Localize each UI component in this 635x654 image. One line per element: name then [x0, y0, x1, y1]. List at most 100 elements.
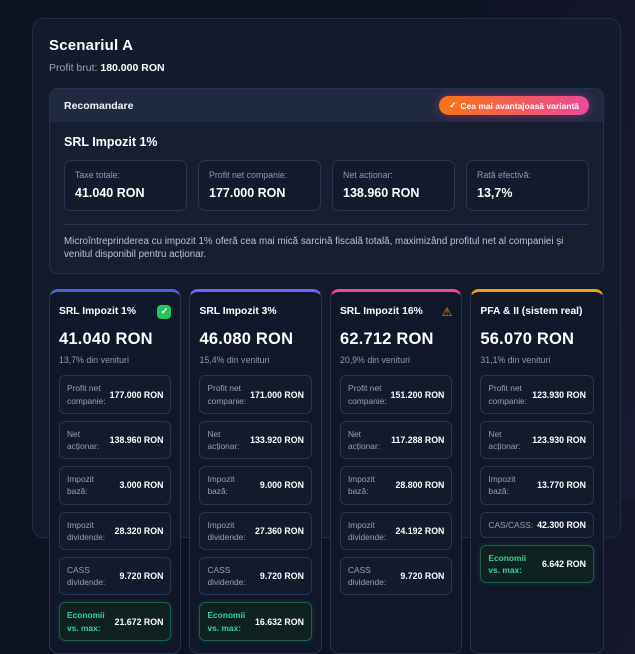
- row-value: 9.000 RON: [260, 480, 304, 490]
- row-label: Impozit bază:: [348, 473, 392, 497]
- gross-profit-line: Profit brut: 180.000 RON: [49, 62, 604, 74]
- card-rows: Profit net companie: 123.930 RON Net acț…: [480, 375, 594, 583]
- card-srl-impozit-3: SRL Impozit 3% 46.080 RON 15,4% din veni…: [189, 289, 321, 653]
- row-value: 151.200 RON: [391, 390, 445, 400]
- row-label: CAS/CASS:: [488, 519, 533, 531]
- recommendation-section: Recomandare ✓ Cea mai avantajoasă varian…: [49, 88, 604, 274]
- table-row: Impozit bază: 28.800 RON: [340, 466, 452, 504]
- row-value: 9.720 RON: [260, 571, 304, 581]
- row-label: Net acționar:: [207, 428, 246, 452]
- stat-value: 41.040 RON: [75, 186, 176, 200]
- stat-label: Net acționar:: [343, 170, 444, 180]
- row-label: Profit net companie:: [348, 382, 387, 406]
- row-label: CASS dividende:: [207, 564, 255, 588]
- row-label: Profit net companie:: [488, 382, 528, 406]
- row-label: Net acționar:: [488, 428, 528, 452]
- recommendation-description: Microîntreprinderea cu impozit 1% oferă …: [64, 235, 589, 261]
- table-row: Profit net companie: 171.000 RON: [199, 375, 311, 413]
- recommendation-body: SRL Impozit 1% Taxe totale: 41.040 RON P…: [50, 122, 603, 273]
- table-row: Profit net companie: 177.000 RON: [59, 375, 171, 413]
- row-value: 177.000 RON: [110, 390, 164, 400]
- table-row: CASS dividende: 9.720 RON: [199, 557, 311, 595]
- row-value: 42.300 RON: [537, 520, 586, 530]
- card-header: PFA & II (sistem real): [480, 304, 594, 319]
- stat-profit-net: Profit net companie: 177.000 RON: [198, 160, 321, 211]
- row-value: 27.360 RON: [255, 526, 304, 536]
- row-label: Impozit bază:: [488, 473, 533, 497]
- stat-value: 138.960 RON: [343, 186, 444, 200]
- recommendation-stats: Taxe totale: 41.040 RON Profit net compa…: [64, 160, 589, 211]
- row-label: Impozit bază:: [67, 473, 115, 497]
- card-header: SRL Impozit 3%: [199, 304, 311, 319]
- card-percent-of-revenue: 20,9% din venituri: [340, 355, 452, 365]
- row-value: 9.720 RON: [119, 571, 163, 581]
- card-header: SRL Impozit 1% ✓: [59, 304, 171, 319]
- card-srl-impozit-1: SRL Impozit 1% ✓ 41.040 RON 13,7% din ve…: [49, 289, 181, 653]
- recommendation-title: Recomandare: [64, 100, 133, 112]
- card-percent-of-revenue: 13,7% din venituri: [59, 355, 171, 365]
- row-label: Impozit bază:: [207, 473, 255, 497]
- row-value: 13.770 RON: [537, 480, 586, 490]
- card-rows: Profit net companie: 151.200 RON Net acț…: [340, 375, 452, 595]
- stat-label: Taxe totale:: [75, 170, 176, 180]
- table-row: Impozit dividende: 28.320 RON: [59, 512, 171, 550]
- row-label: Net acționar:: [67, 428, 106, 452]
- row-value: 16.632 RON: [255, 617, 304, 627]
- row-label: Impozit dividende:: [67, 519, 111, 543]
- row-value: 138.960 RON: [110, 435, 164, 445]
- check-icon: ✓: [157, 305, 171, 319]
- card-header: SRL Impozit 16% ⚠: [340, 304, 452, 319]
- table-row: Net acționar: 123.930 RON: [480, 421, 594, 459]
- gross-profit-label: Profit brut:: [49, 62, 97, 74]
- table-row: CASS dividende: 9.720 RON: [340, 557, 452, 595]
- row-label: CASS dividende:: [348, 564, 396, 588]
- table-row: Profit net companie: 123.930 RON: [480, 375, 594, 413]
- card-srl-impozit-16: SRL Impozit 16% ⚠ 62.712 RON 20,9% din v…: [330, 289, 462, 653]
- stat-rata-efectiva: Rată efectivă: 13,7%: [466, 160, 589, 211]
- row-label: Profit net companie:: [207, 382, 246, 406]
- row-label: Economii vs. max:: [207, 609, 251, 633]
- table-row: Impozit bază: 9.000 RON: [199, 466, 311, 504]
- table-row: Net acționar: 133.920 RON: [199, 421, 311, 459]
- row-label: Profit net companie:: [67, 382, 106, 406]
- card-percent-of-revenue: 31,1% din venituri: [480, 355, 594, 365]
- row-value: 123.930 RON: [532, 390, 586, 400]
- check-icon: ✓: [449, 100, 456, 111]
- savings-row: Economii vs. max: 16.632 RON: [199, 602, 311, 640]
- stat-value: 177.000 RON: [209, 186, 310, 200]
- card-rows: Profit net companie: 177.000 RON Net acț…: [59, 375, 171, 640]
- stat-label: Profit net companie:: [209, 170, 310, 180]
- card-pfa-ii: PFA & II (sistem real) 56.070 RON 31,1% …: [470, 289, 604, 653]
- table-row: Impozit dividende: 27.360 RON: [199, 512, 311, 550]
- recommended-option-name: SRL Impozit 1%: [64, 135, 589, 149]
- card-rows: Profit net companie: 171.000 RON Net acț…: [199, 375, 311, 640]
- table-row: Impozit bază: 3.000 RON: [59, 466, 171, 504]
- savings-row: Economii vs. max: 6.642 RON: [480, 545, 594, 583]
- gross-profit-value: 180.000 RON: [100, 62, 164, 74]
- card-title: SRL Impozit 1%: [59, 306, 136, 317]
- page-title: Scenariul A: [49, 37, 604, 54]
- card-percent-of-revenue: 15,4% din venituri: [199, 355, 311, 365]
- row-value: 28.320 RON: [115, 526, 164, 536]
- warning-icon: ⚠: [442, 306, 453, 318]
- comparison-cards: SRL Impozit 1% ✓ 41.040 RON 13,7% din ve…: [49, 289, 604, 653]
- card-total-taxes: 62.712 RON: [340, 330, 452, 349]
- stat-value: 13,7%: [477, 186, 578, 200]
- row-label: Net acționar:: [348, 428, 387, 452]
- best-option-badge: ✓ Cea mai avantajoasă variantă: [439, 96, 589, 115]
- table-row: Net acționar: 138.960 RON: [59, 421, 171, 459]
- stat-net-actionar: Net acționar: 138.960 RON: [332, 160, 455, 211]
- card-title: PFA & II (sistem real): [480, 306, 582, 317]
- card-total-taxes: 41.040 RON: [59, 330, 171, 349]
- divider: [64, 224, 589, 225]
- row-label: Economii vs. max:: [488, 552, 538, 576]
- row-label: Impozit dividende:: [207, 519, 251, 543]
- scenario-panel: Scenariul A Profit brut: 180.000 RON Rec…: [32, 18, 621, 538]
- row-value: 3.000 RON: [119, 480, 163, 490]
- savings-row: Economii vs. max: 21.672 RON: [59, 602, 171, 640]
- card-title: SRL Impozit 16%: [340, 306, 423, 317]
- row-value: 6.642 RON: [542, 559, 586, 569]
- row-value: 171.000 RON: [250, 390, 304, 400]
- best-option-badge-label: Cea mai avantajoasă variantă: [460, 101, 579, 111]
- row-value: 9.720 RON: [400, 571, 444, 581]
